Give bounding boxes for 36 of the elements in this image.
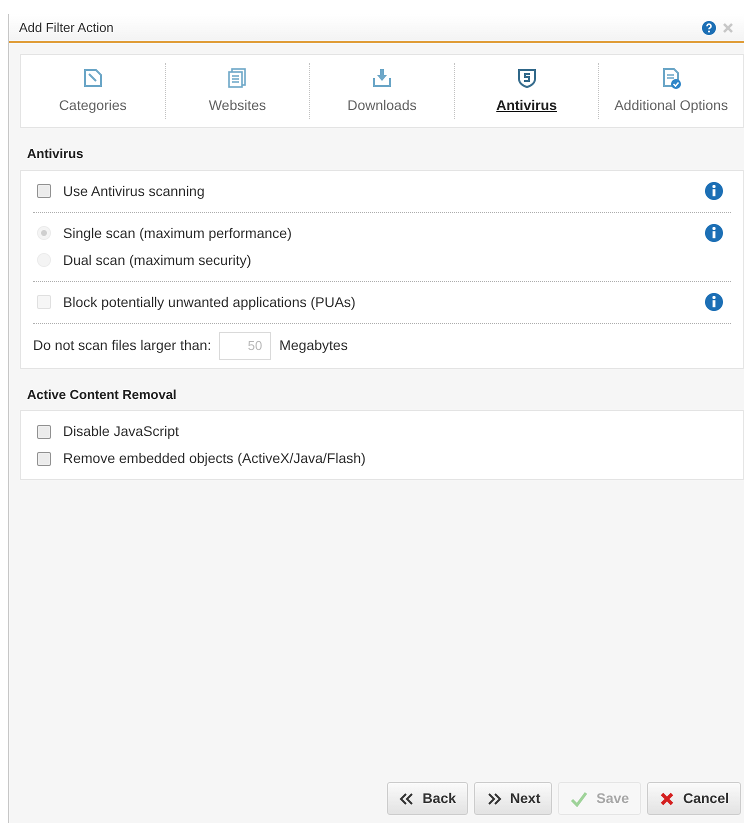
cancel-button[interactable]: Cancel bbox=[647, 782, 741, 815]
option-label: Remove embedded objects (ActiveX/Java/Flash) bbox=[63, 449, 366, 468]
unit-label: Megabytes bbox=[279, 336, 348, 355]
pages-icon bbox=[226, 66, 248, 88]
next-button[interactable]: Next bbox=[474, 782, 552, 815]
window-title: Add Filter Action bbox=[19, 18, 114, 37]
option-label: Single scan (maximum performance) bbox=[63, 224, 292, 243]
double-chevron-left-icon bbox=[398, 792, 415, 806]
tab[interactable]: Categories bbox=[21, 63, 165, 119]
double-chevron-right-icon bbox=[486, 792, 502, 806]
tab[interactable]: Downloads bbox=[309, 63, 454, 119]
field-label: Do not scan files larger than: bbox=[33, 336, 212, 355]
close-icon bbox=[659, 790, 676, 806]
back-button[interactable]: Back bbox=[386, 782, 468, 815]
section-heading: Active Content Removal bbox=[26, 386, 178, 404]
shield-icon bbox=[516, 66, 538, 88]
option-label: Dual scan (maximum security) bbox=[63, 250, 252, 270]
option-label: Use Antivirus scanning bbox=[63, 182, 205, 201]
info-icon[interactable] bbox=[705, 292, 723, 310]
checkmark-icon bbox=[570, 790, 588, 806]
section-heading: Antivirus bbox=[26, 145, 84, 163]
option-label: Block potentially unwanted applications (PUAs) bbox=[63, 292, 356, 312]
info-icon[interactable] bbox=[705, 224, 723, 242]
download-icon bbox=[370, 66, 393, 88]
tab[interactable]: Antivirus bbox=[454, 63, 598, 119]
document-check-icon bbox=[660, 66, 682, 88]
info-icon[interactable] bbox=[705, 182, 723, 200]
tag-icon bbox=[82, 66, 104, 88]
close-icon[interactable] bbox=[722, 22, 734, 34]
checkbox[interactable] bbox=[37, 184, 51, 198]
help-icon[interactable] bbox=[702, 20, 716, 34]
tab[interactable]: Websites bbox=[164, 63, 310, 119]
option-label: Disable JavaScript bbox=[63, 422, 179, 441]
checkbox[interactable] bbox=[37, 424, 51, 438]
tab[interactable]: Additional Options bbox=[598, 63, 743, 119]
checkbox[interactable] bbox=[37, 452, 51, 466]
